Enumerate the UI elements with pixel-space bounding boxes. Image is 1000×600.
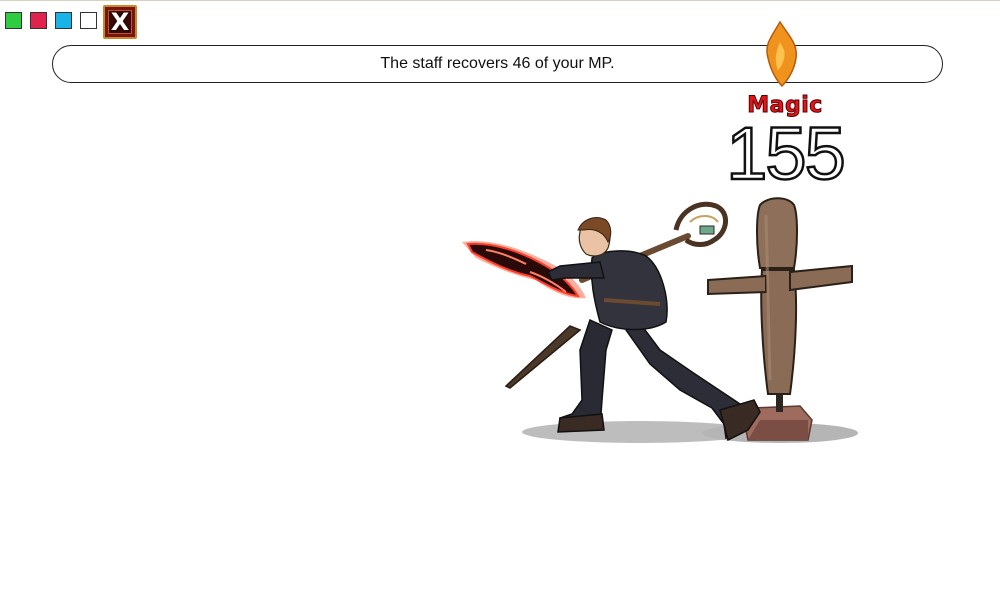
mana-flame-icon — [766, 20, 798, 88]
hero-with-staff-icon — [462, 201, 761, 442]
magic-popup-value: 155 — [725, 111, 847, 197]
battle-scene — [462, 20, 858, 443]
